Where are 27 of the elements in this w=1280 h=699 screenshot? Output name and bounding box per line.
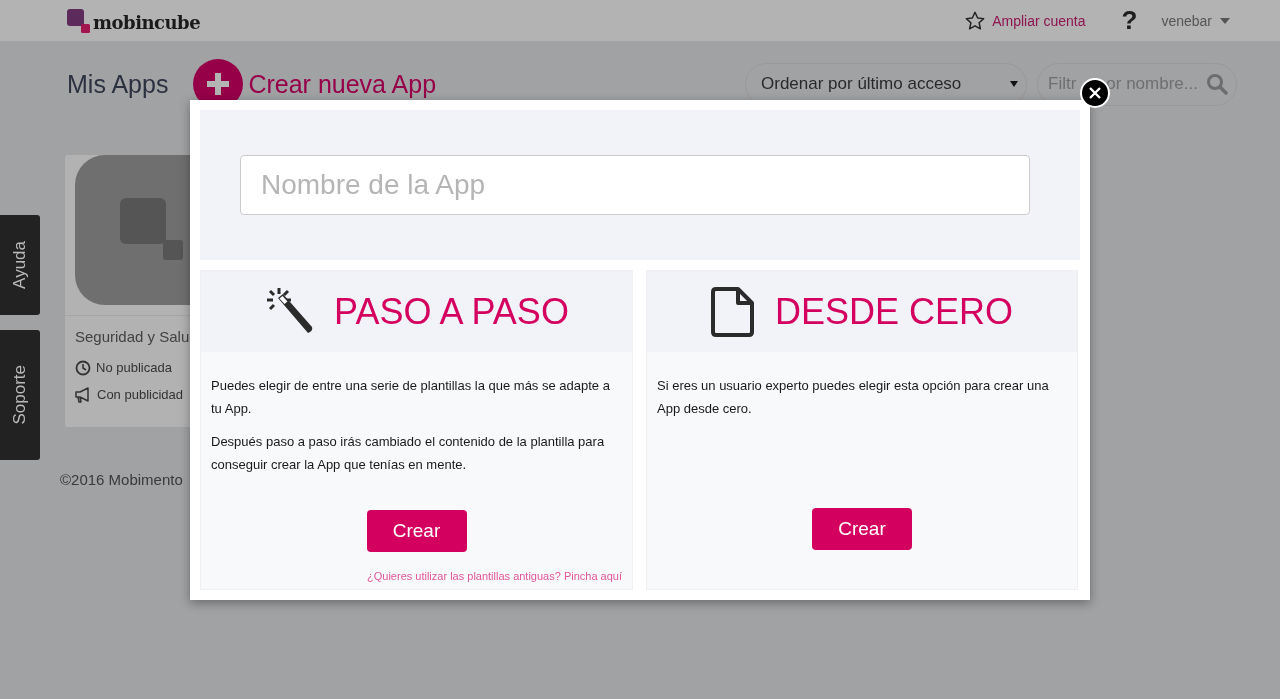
caret-icon [1220,17,1230,24]
help-link[interactable]: ? [1121,5,1138,36]
option-title: PASO A PASO [334,290,569,333]
clock-icon [75,359,91,376]
side-tab[interactable]: Soporte [0,330,40,460]
logo[interactable]: mobincube [67,8,201,33]
megaphone-icon [75,386,92,403]
copyright-text: ©2016 Mobimento [60,471,184,488]
option-title: DESDE CERO [774,290,1013,333]
status-label: Con publicidad [97,387,183,402]
create-button[interactable]: Crear [366,510,467,552]
option-description: Si eres un usuario experto puedes elegir esta opción para crear una App desde cero. [657,377,1050,418]
app-name-field[interactable]: Nombre de la App [240,155,1030,215]
user-menu[interactable]: venebar [1161,12,1230,29]
logo-icon [67,8,91,33]
plus-icon [207,73,230,95]
create-button[interactable]: Crear [812,508,912,550]
old-templates-link[interactable]: ¿Quieres utilizar las plantillas antiguas? Pincha aquí [367,570,622,582]
document-icon [710,286,755,337]
option-description: Después paso a paso irás cambiado el contenido de la plantilla para conseguir crear la App que tenías en mente. [211,433,606,474]
status-label: No publicada [96,360,172,375]
star-icon [964,9,987,32]
app-name: Seguridad y Salu [75,328,191,345]
side-tab[interactable]: Ayuda [0,215,40,315]
caret-icon [1010,81,1018,87]
page-title: Mis Apps [67,69,169,99]
upgrade-link[interactable]: Ampliar cuenta [964,9,1086,32]
